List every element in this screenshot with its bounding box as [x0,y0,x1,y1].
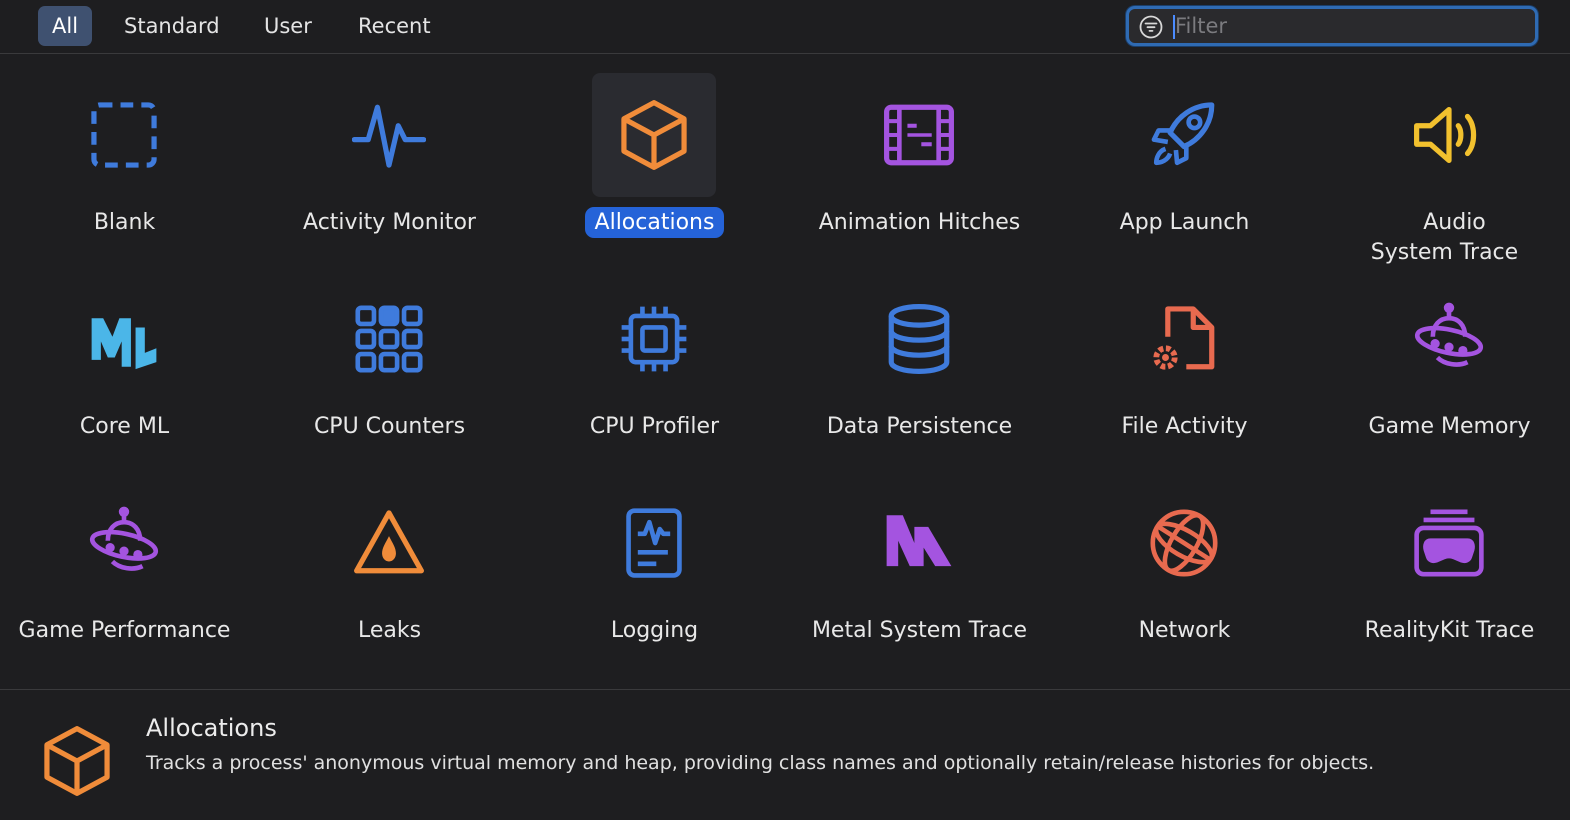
tab-user[interactable]: User [250,6,326,46]
template-leaks[interactable]: Leaks [257,463,522,663]
template-label: Animation Hitches [818,210,1021,235]
template-cpu-counters[interactable]: CPU Counters [257,259,522,459]
template-animation-hitches[interactable]: Animation Hitches [787,55,1052,255]
database-icon [888,304,950,374]
template-label: Game Performance [18,618,231,643]
counters-grid-icon [355,305,423,373]
icon-container [592,277,716,401]
template-activity-monitor[interactable]: Activity Monitor [257,55,522,255]
template-label: RealityKit Trace [1364,618,1535,643]
vision-headset-icon [1414,509,1484,577]
tab-all[interactable]: All [38,6,93,46]
filter-field[interactable] [1126,6,1538,46]
icon-container [857,277,981,401]
speaker-icon [1414,106,1477,164]
dashed-square-icon [91,102,157,168]
icon-container [1122,481,1246,605]
ufo-icon [89,506,159,571]
icon-container [62,73,186,197]
icon-container [1387,73,1511,197]
template-realitykit-trace[interactable]: RealityKit Trace [1317,463,1570,663]
icon-container [327,277,451,401]
template-label: CPU Profiler [589,414,720,439]
icon-container [592,481,716,605]
template-label: CPU Counters [313,414,466,439]
metal-logo-icon [886,515,952,567]
details-description: Tracks a process' anonymous virtual memo… [146,752,1375,774]
filter-icon [1139,15,1163,39]
template-label: Blank [93,210,156,235]
template-label: Data Persistence [826,414,1013,439]
ufo-icon [1414,302,1484,367]
icon-container [62,481,186,605]
icon-container [327,481,451,605]
template-label: Metal System Trace [811,618,1028,643]
template-label: Game Memory [1368,414,1531,439]
template-network[interactable]: Network [1052,463,1317,663]
top-bar: All Standard User Recent [0,0,1570,54]
icon-container [62,277,186,401]
icon-container [857,481,981,605]
template-grid: Blank Activity Monitor Allocations Anima… [0,55,1570,689]
log-document-icon [626,508,682,578]
details-title: Allocations [146,714,277,742]
document-gear-icon [1153,306,1215,370]
template-metal-system-trace[interactable]: Metal System Trace [787,463,1052,663]
template-blank[interactable]: Blank [0,55,257,255]
template-audio-system-trace[interactable]: Audio System Trace [1317,55,1570,265]
icon-container [327,73,451,197]
tab-recent[interactable]: Recent [344,6,445,46]
template-label: Network [1138,618,1231,643]
template-label: Core ML [79,414,170,439]
template-allocations[interactable]: Allocations [522,55,787,255]
template-label: Leaks [357,618,422,643]
template-game-performance[interactable]: Game Performance [0,463,257,663]
icon-container [1387,277,1511,401]
pulse-icon [352,104,426,168]
template-label: Allocations [584,207,725,238]
film-strip-icon [884,104,954,166]
template-game-memory[interactable]: Game Memory [1317,259,1570,459]
icon-container [1387,481,1511,605]
template-label: Activity Monitor [303,210,476,235]
template-data-persistence[interactable]: Data Persistence [787,259,1052,459]
filter-input[interactable] [1175,9,1525,43]
globe-icon [1150,509,1218,577]
template-logging[interactable]: Logging [522,463,787,663]
template-details: Allocations Tracks a process' anonymous … [0,689,1570,820]
template-label: Logging [610,618,699,643]
icon-container [592,73,716,197]
icon-container [1122,73,1246,197]
template-app-launch[interactable]: App Launch [1052,55,1317,255]
warning-drop-icon [354,510,424,574]
icon-container [857,73,981,197]
template-label: App Launch [1119,210,1250,235]
icon-container [1122,277,1246,401]
cube-icon [44,726,110,796]
cpu-chip-icon [621,306,687,372]
template-file-activity[interactable]: File Activity [1052,259,1317,459]
ml-logo-icon [91,318,157,370]
rocket-icon [1151,102,1215,166]
template-cpu-profiler[interactable]: CPU Profiler [522,259,787,459]
template-core-ml[interactable]: Core ML [0,259,257,459]
cube-icon [621,100,687,170]
template-label: File Activity [1121,414,1248,439]
tab-standard[interactable]: Standard [110,6,234,46]
